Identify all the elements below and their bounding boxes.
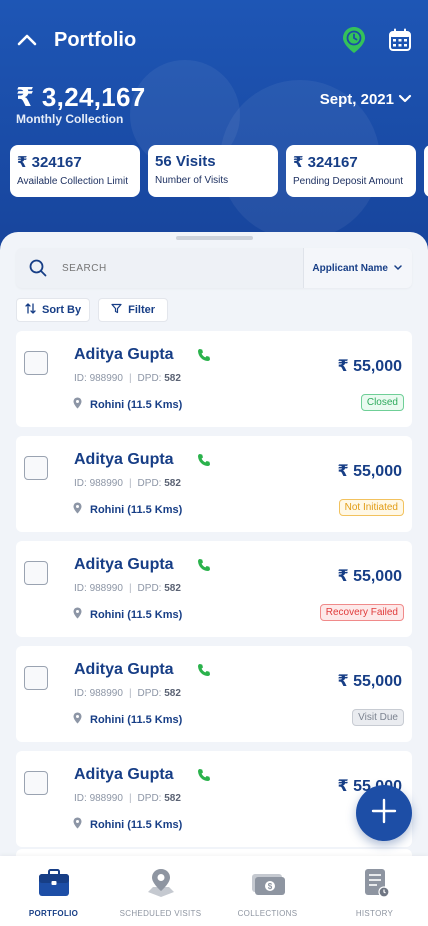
stat-value: 56 Visits	[155, 153, 216, 170]
nav-collections[interactable]: $ COLLECTIONS	[214, 856, 321, 926]
month-label: Sept, 2021	[319, 91, 394, 108]
account-meta: ID: 988990 | DPD: 582	[74, 478, 181, 489]
search-bar: Applicant Name	[16, 248, 412, 288]
phone-icon[interactable]	[197, 768, 211, 787]
status-badge: Visit Due	[352, 709, 404, 726]
account-meta: ID: 988990 | DPD: 582	[74, 793, 181, 804]
cash-icon: $	[250, 868, 286, 903]
applicant-name: Aditya Gupta	[74, 766, 174, 783]
account-card[interactable]: Aditya Gupta ID: 988990 | DPD: 582 Rohini …	[16, 436, 412, 532]
stat-card-pending-deposit[interactable]: ₹ 324167 Pending Deposit Amount	[286, 145, 416, 197]
applicant-name: Aditya Gupta	[74, 451, 174, 468]
phone-icon[interactable]	[197, 558, 211, 577]
account-card[interactable]: Aditya Gupta ID: 988990 | DPD: 582 Rohini …	[16, 331, 412, 427]
nav-portfolio[interactable]: PORTFOLIO	[0, 856, 107, 926]
location-pin-icon	[73, 502, 82, 517]
briefcase-icon	[38, 868, 70, 903]
stat-value: ₹ 324167	[17, 154, 82, 171]
account-location: Rohini (11.5 Kms)	[73, 502, 183, 517]
bottom-navigation: PORTFOLIO SCHEDULED VISITS $ COLLECTIONS	[0, 856, 428, 926]
location-pin-icon	[73, 817, 82, 832]
phone-icon[interactable]	[197, 663, 211, 682]
search-icon[interactable]	[20, 259, 56, 277]
chevron-down-icon	[398, 91, 412, 108]
map-pin-icon	[145, 868, 177, 903]
stat-label: Number of Visits	[155, 175, 229, 186]
status-badge: Recovery Failed	[319, 604, 404, 621]
account-card[interactable]: Aditya Gupta ID: 988990 | DPD: 582 Rohini …	[16, 751, 412, 847]
location-text: Rohini (11.5 Kms)	[90, 713, 183, 726]
nav-history[interactable]: HISTORY	[321, 856, 428, 926]
due-amount: ₹ 55,000	[337, 673, 402, 690]
clock-pin-icon[interactable]	[342, 26, 366, 54]
due-amount: ₹ 55,000	[337, 568, 402, 585]
account-meta: ID: 988990 | DPD: 582	[74, 688, 181, 699]
location-text: Rohini (11.5 Kms)	[90, 398, 183, 411]
stat-value: ₹ 324167	[293, 154, 358, 171]
due-amount: ₹ 55,000	[337, 358, 402, 375]
status-badge: Closed	[360, 394, 404, 411]
sort-label: Sort By	[42, 304, 82, 316]
location-pin-icon	[73, 712, 82, 727]
phone-icon[interactable]	[197, 453, 211, 472]
nav-label: PORTFOLIO	[28, 909, 79, 918]
applicant-name: Aditya Gupta	[74, 346, 174, 363]
location-text: Rohini (11.5 Kms)	[90, 818, 183, 831]
stat-card-collection-limit[interactable]: ₹ 324167 Available Collection Limit	[10, 145, 140, 197]
page-title: Portfolio	[54, 28, 137, 51]
phone-icon[interactable]	[197, 348, 211, 367]
monthly-collection-label: Monthly Collection	[16, 112, 124, 126]
search-field-select[interactable]: Applicant Name	[303, 248, 412, 288]
calendar-icon[interactable]	[388, 28, 412, 52]
account-meta: ID: 988990 | DPD: 582	[74, 583, 181, 594]
month-selector[interactable]: Sept, 2021	[320, 91, 412, 108]
history-document-icon	[359, 868, 391, 903]
account-checkbox[interactable]	[24, 351, 48, 375]
sort-icon	[25, 303, 36, 317]
nav-label: HISTORY	[355, 909, 394, 918]
nav-scheduled-visits[interactable]: SCHEDULED VISITS	[107, 856, 214, 926]
account-checkbox[interactable]	[24, 771, 48, 795]
svg-text:$: $	[267, 882, 272, 891]
sort-button[interactable]: Sort By	[16, 298, 91, 322]
location-text: Rohini (11.5 Kms)	[90, 608, 183, 621]
chevron-down-icon	[394, 263, 402, 274]
account-location: Rohini (11.5 Kms)	[73, 712, 183, 727]
stat-card-partial[interactable]	[424, 145, 428, 197]
back-chevron-icon[interactable]	[16, 29, 38, 51]
monthly-collection-amount: ₹ 3,24,167	[16, 82, 146, 112]
status-badge: Not Initiated	[338, 499, 404, 516]
plus-icon	[371, 798, 397, 829]
account-location: Rohini (11.5 Kms)	[73, 817, 183, 832]
location-text: Rohini (11.5 Kms)	[90, 503, 183, 516]
stat-label: Pending Deposit Amount	[293, 176, 404, 187]
account-location: Rohini (11.5 Kms)	[73, 607, 183, 622]
location-pin-icon	[73, 607, 82, 622]
search-field-label: Applicant Name	[312, 262, 388, 274]
account-card[interactable]: Aditya Gupta ID: 988990 | DPD: 582 Rohini …	[16, 646, 412, 742]
drag-handle[interactable]	[176, 236, 253, 240]
account-card[interactable]: Aditya Gupta ID: 988990 | DPD: 582 Rohini …	[16, 541, 412, 637]
account-checkbox[interactable]	[24, 561, 48, 585]
filter-button[interactable]: Filter	[98, 298, 169, 322]
stat-card-visits[interactable]: 56 Visits Number of Visits	[148, 145, 278, 197]
nav-label: SCHEDULED VISITS	[119, 909, 202, 918]
account-checkbox[interactable]	[24, 666, 48, 690]
due-amount: ₹ 55,000	[337, 463, 402, 480]
nav-label: COLLECTIONS	[237, 909, 298, 918]
stat-label: Available Collection Limit	[17, 176, 128, 187]
account-checkbox[interactable]	[24, 456, 48, 480]
applicant-name: Aditya Gupta	[74, 556, 174, 573]
account-meta: ID: 988990 | DPD: 582	[74, 373, 181, 384]
search-input[interactable]	[62, 262, 304, 274]
portfolio-header: Portfolio ₹ 3,24,167 Monthly Collection …	[0, 0, 428, 262]
filter-label: Filter	[128, 304, 156, 316]
account-location: Rohini (11.5 Kms)	[73, 397, 183, 412]
stats-row: ₹ 324167 Available Collection Limit 56 V…	[10, 145, 428, 197]
add-button[interactable]	[356, 785, 412, 841]
applicant-name: Aditya Gupta	[74, 661, 174, 678]
filter-icon	[111, 303, 122, 317]
location-pin-icon	[73, 397, 82, 412]
